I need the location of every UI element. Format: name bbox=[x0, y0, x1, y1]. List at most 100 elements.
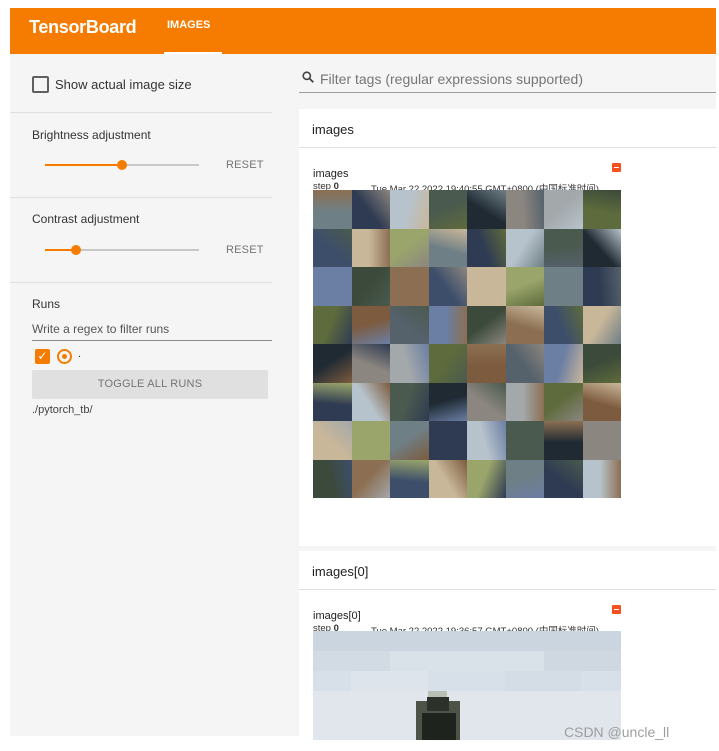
expand-icon[interactable] bbox=[612, 605, 621, 614]
image-title: images[0] bbox=[313, 610, 361, 622]
grid-thumbnail bbox=[313, 190, 352, 229]
grid-thumbnail bbox=[467, 228, 506, 267]
grid-thumbnail bbox=[544, 190, 583, 229]
grid-thumbnail bbox=[351, 421, 390, 460]
grid-thumbnail bbox=[467, 190, 506, 229]
show-actual-size-label: Show actual image size bbox=[55, 77, 192, 92]
grid-thumbnail bbox=[505, 190, 544, 229]
contrast-reset-button[interactable]: RESET bbox=[226, 244, 264, 256]
grid-thumbnail bbox=[582, 305, 621, 344]
grid-thumbnail bbox=[428, 344, 467, 383]
search-icon bbox=[302, 71, 314, 83]
grid-thumbnail bbox=[390, 344, 429, 383]
grid-thumbnail bbox=[390, 421, 429, 460]
grid-thumbnail bbox=[390, 228, 429, 267]
grid-thumbnail bbox=[544, 305, 583, 344]
grid-thumbnail bbox=[544, 382, 583, 421]
grid-thumbnail bbox=[505, 459, 544, 498]
expand-icon[interactable] bbox=[612, 163, 621, 172]
grid-thumbnail bbox=[390, 382, 429, 421]
grid-thumbnail bbox=[467, 344, 506, 383]
grid-thumbnail bbox=[582, 344, 621, 383]
grid-thumbnail bbox=[544, 228, 583, 267]
grid-thumbnail bbox=[582, 267, 621, 306]
brightness-slider[interactable] bbox=[45, 160, 199, 170]
grid-thumbnail bbox=[582, 459, 621, 498]
grid-thumbnail bbox=[428, 267, 467, 306]
tab-images[interactable]: IMAGES bbox=[164, 8, 222, 54]
grid-thumbnail bbox=[544, 344, 583, 383]
grid-thumbnail bbox=[428, 382, 467, 421]
divider bbox=[10, 282, 272, 283]
grid-thumbnail bbox=[313, 459, 352, 498]
top-app-bar: TensorBoard IMAGES bbox=[10, 8, 716, 54]
grid-thumbnail bbox=[313, 305, 352, 344]
contrast-slider[interactable] bbox=[45, 245, 199, 255]
tag-card-header[interactable]: images bbox=[299, 109, 716, 148]
grid-thumbnail bbox=[428, 190, 467, 229]
grid-thumbnail bbox=[390, 459, 429, 498]
grid-thumbnail bbox=[351, 228, 390, 267]
grid-thumbnail bbox=[582, 421, 621, 460]
runs-title: Runs bbox=[32, 297, 61, 311]
divider bbox=[10, 112, 272, 113]
grid-thumbnail bbox=[313, 228, 352, 267]
grid-thumbnail bbox=[351, 459, 390, 498]
contrast-label: Contrast adjustment bbox=[32, 212, 140, 226]
contrast-slider-thumb[interactable] bbox=[70, 245, 81, 255]
grid-thumbnail bbox=[467, 267, 506, 306]
grid-thumbnail bbox=[351, 382, 390, 421]
grid-thumbnail bbox=[390, 267, 429, 306]
grid-thumbnail bbox=[351, 344, 390, 383]
grid-thumbnail bbox=[505, 382, 544, 421]
grid-thumbnail bbox=[544, 421, 583, 460]
tag-card-header[interactable]: images[0] bbox=[299, 551, 716, 590]
brightness-label: Brightness adjustment bbox=[32, 128, 151, 142]
tag-filter-underline bbox=[299, 92, 716, 93]
run-color-radio[interactable] bbox=[57, 349, 72, 364]
grid-thumbnail bbox=[428, 228, 467, 267]
grid-thumbnail bbox=[428, 459, 467, 498]
tag-filter-placeholder: Filter tags (regular expressions support… bbox=[320, 71, 584, 87]
run-checkbox[interactable]: ✓ bbox=[35, 349, 50, 364]
tag-card-title: images bbox=[312, 122, 354, 137]
grid-thumbnail bbox=[351, 305, 390, 344]
image-grid[interactable] bbox=[313, 190, 621, 498]
grid-thumbnail bbox=[351, 190, 390, 229]
watermark: CSDN @uncle_ll bbox=[564, 724, 670, 740]
brightness-slider-thumb[interactable] bbox=[117, 160, 127, 170]
grid-thumbnail bbox=[505, 305, 544, 344]
tag-filter[interactable]: Filter tags (regular expressions support… bbox=[299, 54, 716, 102]
grid-thumbnail bbox=[467, 421, 506, 460]
grid-thumbnail bbox=[467, 459, 506, 498]
grid-thumbnail bbox=[313, 267, 352, 306]
grid-thumbnail bbox=[467, 382, 506, 421]
grid-thumbnail bbox=[313, 344, 352, 383]
grid-thumbnail bbox=[390, 305, 429, 344]
grid-thumbnail bbox=[544, 459, 583, 498]
brightness-slider-fill bbox=[45, 164, 122, 166]
sidebar: Show actual image size Brightness adjust… bbox=[10, 54, 299, 736]
show-actual-size-checkbox[interactable] bbox=[32, 76, 49, 93]
grid-thumbnail bbox=[505, 344, 544, 383]
image-title: images bbox=[313, 168, 349, 180]
grid-thumbnail bbox=[544, 267, 583, 306]
brand-logo-text[interactable]: TensorBoard bbox=[29, 17, 137, 38]
grid-thumbnail bbox=[428, 305, 467, 344]
run-filter-input[interactable] bbox=[32, 318, 272, 341]
toggle-all-runs-button[interactable]: TOGGLE ALL RUNS bbox=[32, 370, 268, 399]
grid-thumbnail bbox=[505, 421, 544, 460]
run-path: ./pytorch_tb/ bbox=[32, 404, 93, 416]
grid-thumbnail bbox=[351, 267, 390, 306]
divider bbox=[10, 197, 272, 198]
grid-thumbnail bbox=[582, 228, 621, 267]
brightness-reset-button[interactable]: RESET bbox=[226, 159, 264, 171]
grid-thumbnail bbox=[467, 305, 506, 344]
grid-thumbnail bbox=[313, 382, 352, 421]
grid-thumbnail bbox=[313, 421, 352, 460]
grid-thumbnail bbox=[582, 190, 621, 229]
tab-images-label: IMAGES bbox=[167, 19, 211, 31]
grid-thumbnail bbox=[390, 190, 429, 229]
grid-thumbnail bbox=[428, 421, 467, 460]
grid-thumbnail bbox=[505, 267, 544, 306]
